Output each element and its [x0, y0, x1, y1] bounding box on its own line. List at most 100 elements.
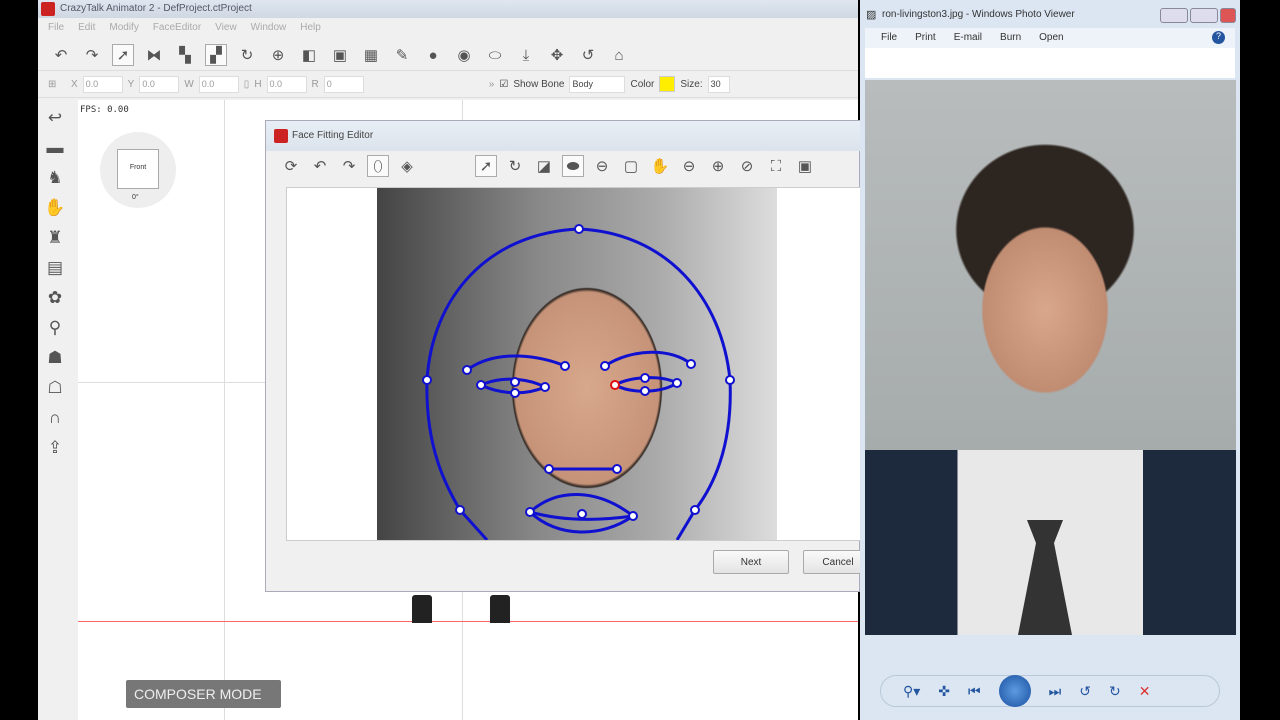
slideshow-button[interactable]: [998, 675, 1031, 707]
back-icon[interactable]: ↩: [48, 108, 62, 128]
menu-window[interactable]: Window: [251, 22, 287, 34]
select-icon[interactable]: ➚: [475, 155, 497, 177]
delete-icon[interactable]: ✕: [1139, 683, 1151, 700]
y-input[interactable]: 0.0: [139, 75, 180, 93]
menu-view[interactable]: View: [215, 22, 237, 34]
minimize-button[interactable]: [1160, 8, 1188, 23]
bone-tool-icon[interactable]: ⚲: [49, 318, 61, 338]
lock-icon[interactable]: ▯: [244, 79, 250, 90]
body-tool-icon[interactable]: ☖: [47, 378, 62, 398]
face-fitting-overlay[interactable]: [377, 188, 777, 540]
size-input[interactable]: 30: [707, 75, 730, 93]
r-label: R: [311, 78, 319, 90]
zoom-out-icon[interactable]: ⊖: [678, 155, 700, 177]
view-navigator[interactable]: Front 0°: [100, 132, 176, 208]
grid-line: [224, 100, 225, 720]
dialog-toolbar: ⟳ ↶ ↷ ⬯ ◈ ➚ ↻ ◪ ⬬ ⊖ ▢ ✋ ⊖ ⊕ ⊘ ⛶ ▣: [280, 155, 816, 177]
rotate-cw-icon[interactable]: ↻: [1109, 683, 1121, 700]
layer-icon[interactable]: ◧: [298, 44, 320, 66]
stage-icon[interactable]: ▬: [47, 138, 64, 158]
export-icon[interactable]: ⇪: [48, 438, 62, 458]
face-icon[interactable]: ▣: [329, 44, 351, 66]
zoom-in-icon[interactable]: ⊕: [707, 155, 729, 177]
color-label: Color: [630, 78, 655, 90]
h-input[interactable]: 0.0: [266, 75, 307, 93]
portrait-photo[interactable]: [865, 80, 1236, 635]
w-label: W: [184, 78, 194, 90]
group-icon[interactable]: ▞: [205, 44, 227, 66]
fit-screen-icon[interactable]: ⛶: [765, 155, 787, 177]
rotate-icon[interactable]: ↻: [236, 44, 258, 66]
grid-icon[interactable]: ▦: [360, 44, 382, 66]
home-icon[interactable]: ⌂: [608, 44, 630, 66]
head-icon[interactable]: ●: [422, 44, 444, 66]
menu-faceeditor[interactable]: FaceEditor: [153, 22, 201, 34]
pan-icon[interactable]: ✋: [649, 155, 671, 177]
menu-email[interactable]: E-mail: [954, 32, 982, 44]
reset-icon[interactable]: ⟳: [280, 155, 302, 177]
zoom-fit-icon[interactable]: ⊘: [736, 155, 758, 177]
close-button[interactable]: [1220, 8, 1236, 23]
move-arrows-icon[interactable]: ✥: [546, 44, 568, 66]
menu-burn[interactable]: Burn: [1000, 32, 1021, 44]
frame-icon[interactable]: ▢: [620, 155, 642, 177]
rotate-icon[interactable]: ↻: [504, 155, 526, 177]
actor-icon[interactable]: ✋: [44, 198, 65, 218]
photo-viewer-window: ▨ ron-livingston3.jpg - Windows Photo Vi…: [860, 0, 1240, 720]
redo-icon[interactable]: ↷: [81, 44, 103, 66]
effect-icon[interactable]: ✿: [48, 288, 62, 308]
menu-file[interactable]: File: [48, 22, 64, 34]
menu-open[interactable]: Open: [1039, 32, 1063, 44]
select-icon[interactable]: ➚: [112, 44, 134, 66]
add-icon[interactable]: ⊕: [267, 44, 289, 66]
next-icon[interactable]: ⏭: [1049, 683, 1062, 700]
color-swatch[interactable]: [659, 76, 676, 92]
motion-icon[interactable]: ♜: [47, 228, 62, 248]
next-button[interactable]: Next: [713, 550, 789, 574]
rotate-ccw-icon[interactable]: ↺: [1079, 683, 1091, 700]
actual-size-icon[interactable]: ✜: [938, 683, 950, 700]
character-foot[interactable]: [490, 595, 510, 623]
menu-print[interactable]: Print: [915, 32, 936, 44]
zoom-icon[interactable]: ⚲▾: [903, 683, 920, 700]
prop-icon[interactable]: ▤: [47, 258, 63, 278]
pin-icon[interactable]: ⤓: [515, 44, 537, 66]
menu-help[interactable]: Help: [300, 22, 321, 34]
eye-icon[interactable]: ◉: [453, 44, 475, 66]
actual-size-icon[interactable]: ▣: [794, 155, 816, 177]
undo-icon[interactable]: ↶: [50, 44, 72, 66]
bone-icon[interactable]: ✎: [391, 44, 413, 66]
maximize-button[interactable]: [1190, 8, 1218, 23]
x-input[interactable]: 0.0: [82, 75, 123, 93]
face-fitting-canvas[interactable]: [286, 187, 861, 541]
magnet-icon[interactable]: ∩: [49, 408, 61, 428]
feature-points-icon[interactable]: ◈: [396, 155, 418, 177]
redo-icon[interactable]: ↷: [338, 155, 360, 177]
lips-icon[interactable]: ⬬: [562, 155, 584, 177]
undo-icon[interactable]: ↶: [309, 155, 331, 177]
menu-file[interactable]: File: [881, 32, 897, 44]
show-bone-checkbox[interactable]: ☑: [499, 79, 508, 90]
bone-select[interactable]: Body: [569, 75, 626, 93]
w-input[interactable]: 0.0: [198, 75, 239, 93]
right-brow: [604, 350, 692, 368]
composer-mode-badge[interactable]: COMPOSER MODE: [126, 680, 281, 708]
menu-modify[interactable]: Modify: [109, 22, 138, 34]
r-input[interactable]: 0: [323, 75, 364, 93]
mouth-icon[interactable]: ⊖: [591, 155, 613, 177]
help-icon[interactable]: ?: [1212, 31, 1225, 44]
flip-icon[interactable]: ⧓: [143, 44, 165, 66]
move-icon[interactable]: ▚: [174, 44, 196, 66]
head-tool-icon[interactable]: ☗: [47, 348, 62, 368]
character-icon[interactable]: ♞: [47, 168, 62, 188]
mouth-icon[interactable]: ⬭: [484, 44, 506, 66]
dialog-title-bar: Face Fitting Editor: [266, 121, 861, 151]
overflow-icon[interactable]: »: [489, 79, 495, 90]
scale-icon[interactable]: ◪: [533, 155, 555, 177]
reset-icon[interactable]: ↺: [577, 44, 599, 66]
character-foot[interactable]: [412, 595, 432, 623]
face-outline-icon[interactable]: ⬯: [367, 155, 389, 177]
left-toolbox: ↩ ▬ ♞ ✋ ♜ ▤ ✿ ⚲ ☗ ☖ ∩ ⇪: [38, 100, 72, 720]
menu-edit[interactable]: Edit: [78, 22, 95, 34]
previous-icon[interactable]: ⏮: [968, 683, 981, 700]
